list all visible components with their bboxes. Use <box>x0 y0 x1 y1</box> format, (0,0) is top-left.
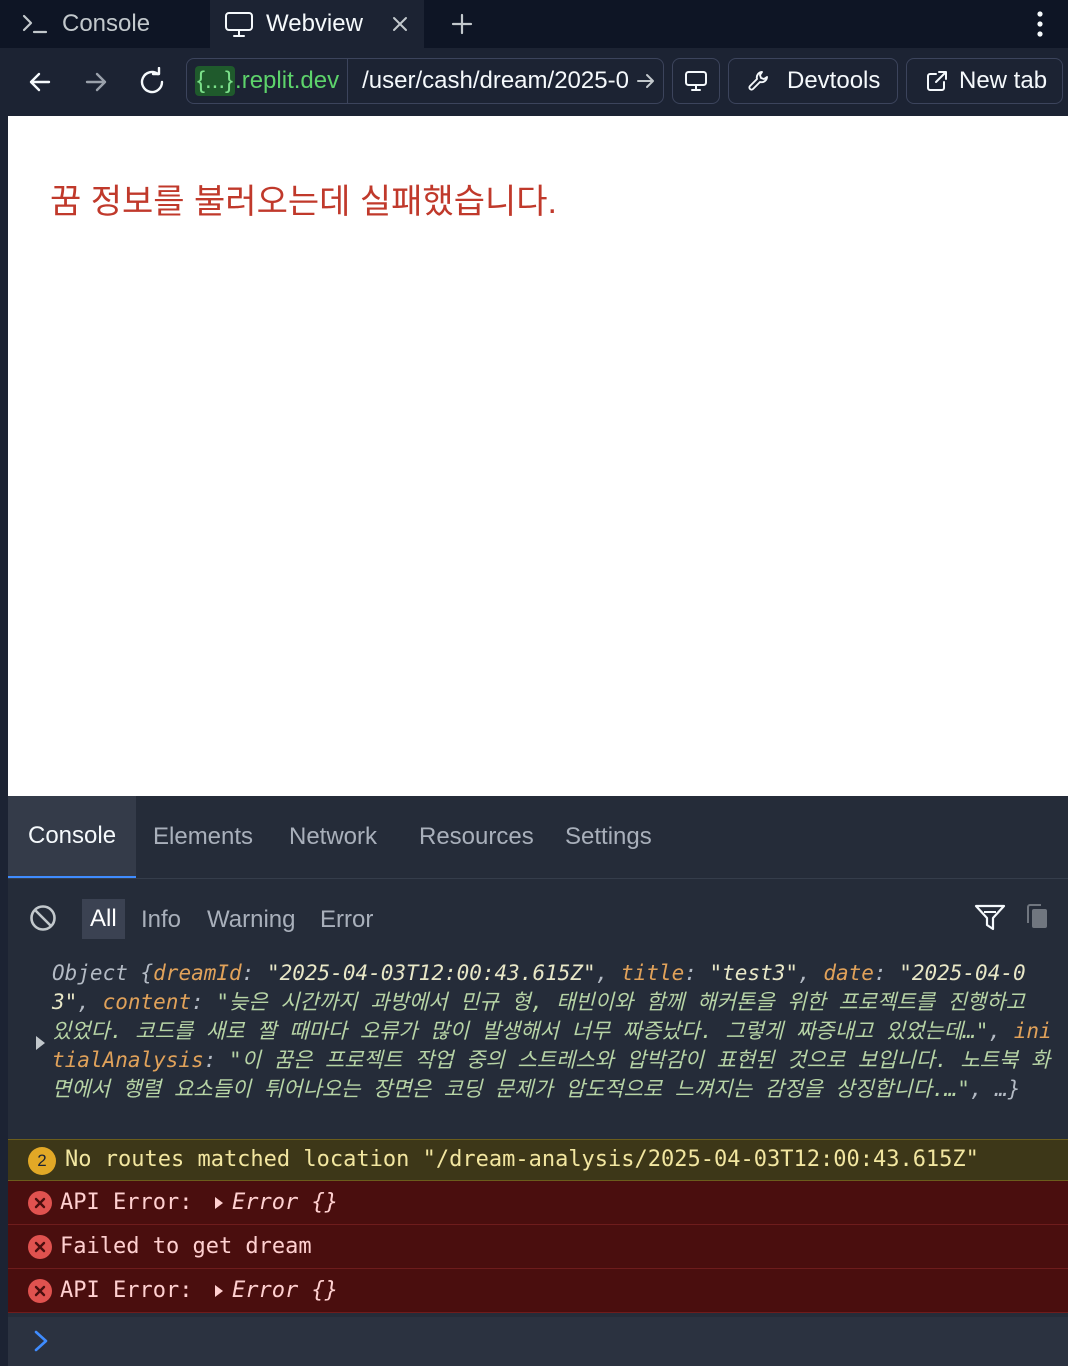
error-icon <box>28 1235 52 1259</box>
page-error-message: 꿈 정보를 불러오는데 실패했습니다. <box>50 183 557 221</box>
tab-console-label: Console <box>62 10 151 37</box>
close-tab-icon[interactable] <box>388 12 412 36</box>
expand-toggle-icon[interactable] <box>34 1035 46 1051</box>
obj-key: date <box>823 961 874 985</box>
error-icon <box>28 1279 52 1303</box>
devtools-tab-resources[interactable]: Resources <box>419 796 534 878</box>
error-object[interactable]: Error {} <box>214 1190 338 1215</box>
error-label: API Error: <box>60 1190 193 1215</box>
add-tab-button[interactable] <box>444 6 480 42</box>
console-filter-bar: All Info Warning Error <box>8 879 1068 958</box>
external-link-icon <box>927 71 947 91</box>
go-button[interactable] <box>629 70 663 92</box>
obj-key: dreamId <box>153 961 242 985</box>
expand-toggle-icon[interactable] <box>214 1196 224 1210</box>
back-button[interactable] <box>20 62 60 102</box>
url-bar[interactable]: {...} .replit.dev /user/cash/dream/2025-0… <box>186 58 664 104</box>
obj-suffix: , …} <box>969 1077 1021 1101</box>
clear-console-icon[interactable] <box>28 903 58 933</box>
chevron-right-icon <box>32 1329 50 1353</box>
arrow-right-icon <box>85 72 107 92</box>
url-host: {...} .replit.dev <box>187 59 349 103</box>
obj-value: "늦은 시간까지 과방에서 민규 형, 태빈이와 함께 해커톤을 위한 프로젝트… <box>52 990 1038 1043</box>
wrench-icon <box>748 71 768 91</box>
obj-prefix: Object { <box>52 961 154 985</box>
screen-size-button[interactable] <box>672 58 720 104</box>
filter-error[interactable]: Error <box>320 903 373 937</box>
log-object-text: Object {dreamId: "2025-04-03T12:00:43.61… <box>52 961 1052 1101</box>
expand-toggle-icon[interactable] <box>214 1284 224 1298</box>
monitor-icon <box>685 71 707 91</box>
devtools-panel: Console Elements Network Resources Setti… <box>8 796 1068 1366</box>
devtools-tabs: Console Elements Network Resources Setti… <box>8 796 1068 879</box>
more-menu-button[interactable] <box>1024 4 1056 44</box>
tab-webview-label: Webview <box>266 10 363 37</box>
error-object[interactable]: Error {} <box>214 1278 338 1303</box>
kebab-icon <box>1037 11 1043 37</box>
devtools-tab-console[interactable]: Console <box>8 796 137 878</box>
terminal-icon <box>22 13 48 35</box>
url-host-chip: {...} <box>195 66 236 96</box>
plus-icon <box>451 13 473 35</box>
devtools-tab-network[interactable]: Network <box>289 796 377 878</box>
filter-funnel-icon[interactable] <box>974 903 1006 933</box>
log-error-entry[interactable]: Failed to get dream <box>8 1225 1068 1269</box>
warning-text: No routes matched location "/dream-analy… <box>65 1147 979 1172</box>
arrow-right-icon <box>637 74 654 88</box>
error-label: Failed to get dream <box>60 1234 312 1259</box>
copy-icon[interactable] <box>1024 903 1050 931</box>
new-tab-button[interactable]: New tab <box>906 58 1063 104</box>
error-label: API Error: <box>60 1278 193 1303</box>
obj-key: title <box>621 961 685 985</box>
reload-button[interactable] <box>132 62 172 102</box>
obj-value: "test3" <box>709 961 799 985</box>
url-host-domain: .replit.dev <box>235 67 340 94</box>
error-icon <box>28 1191 52 1215</box>
obj-value: "2025-04-03T12:00:43.615Z" <box>266 961 596 985</box>
log-error-entry[interactable]: API Error: Error {} <box>8 1181 1068 1225</box>
monitor-icon <box>224 10 254 38</box>
obj-key: content <box>102 990 192 1014</box>
devtools-label: Devtools <box>787 67 881 94</box>
reload-icon <box>140 67 164 94</box>
devtools-tab-settings[interactable]: Settings <box>565 796 652 878</box>
tab-webview[interactable]: Webview <box>210 0 424 48</box>
filter-warning[interactable]: Warning <box>207 903 295 937</box>
filter-all[interactable]: All <box>82 899 125 939</box>
url-path[interactable]: /user/cash/dream/2025-04-03T12:00:43.615… <box>348 67 629 95</box>
forward-button[interactable] <box>76 62 116 102</box>
error-object-text: Error {} <box>232 1278 338 1303</box>
console-input[interactable] <box>8 1317 1068 1366</box>
devtools-button[interactable]: Devtools <box>728 58 898 104</box>
devtools-tab-elements[interactable]: Elements <box>153 796 253 878</box>
log-error-entry[interactable]: API Error: Error {} <box>8 1269 1068 1313</box>
tab-console[interactable]: Console <box>22 0 150 48</box>
filter-info[interactable]: Info <box>141 903 181 937</box>
webview-content: 꿈 정보를 불러오는데 실패했습니다. <box>8 116 1068 796</box>
warning-count-badge: 2 <box>28 1147 56 1175</box>
nav-bar: {...} .replit.dev /user/cash/dream/2025-0… <box>8 48 1068 116</box>
log-object-entry[interactable]: Object {dreamId: "2025-04-03T12:00:43.61… <box>8 957 1068 1139</box>
error-object-text: Error {} <box>232 1190 338 1215</box>
tab-bar: Console Webview <box>0 0 1068 48</box>
log-warning-entry[interactable]: 2 No routes matched location "/dream-ana… <box>8 1139 1068 1181</box>
new-tab-label: New tab <box>959 67 1048 94</box>
arrow-left-icon <box>29 72 51 92</box>
